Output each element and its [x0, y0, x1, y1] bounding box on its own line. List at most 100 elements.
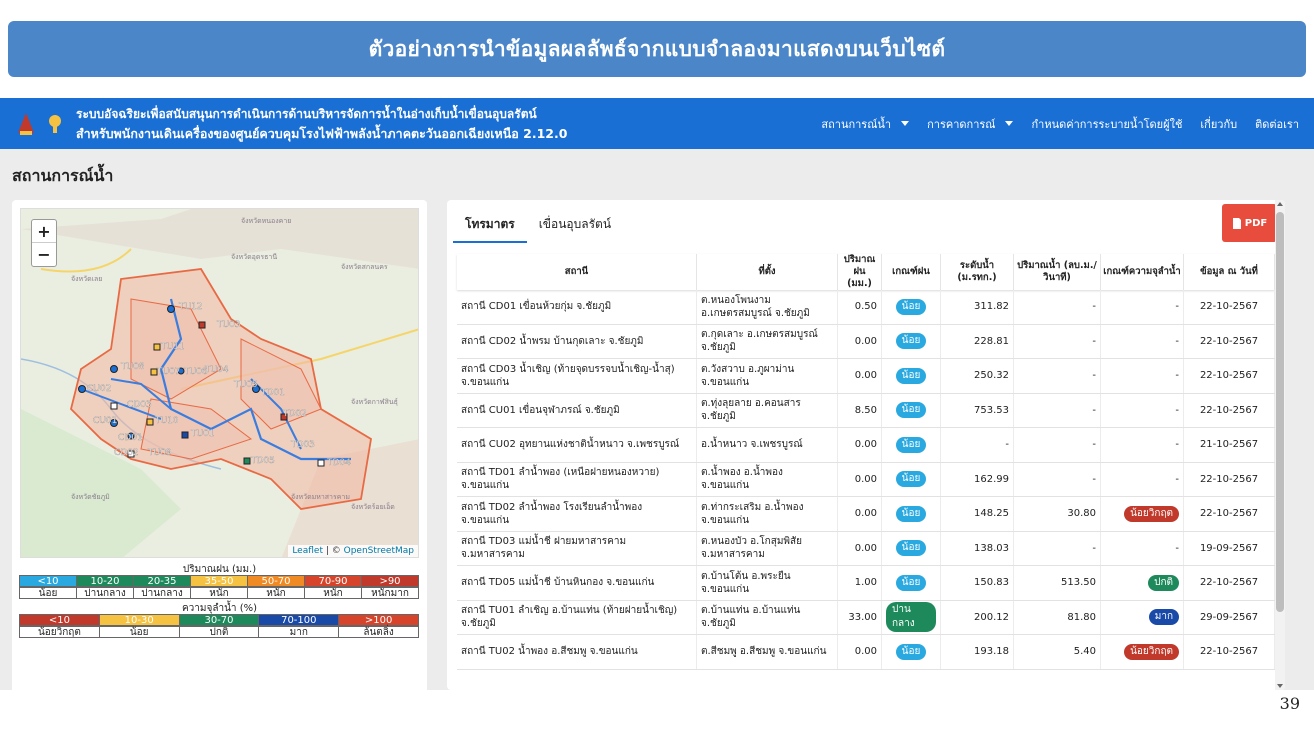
table-header: สถานี ที่ตั้ง ปริมาณฝน (มม.) เกณฑ์ฝน ระด… [457, 254, 1275, 290]
cell-station: สถานี CD03 น้ำเชิญ (ท้ายจุดบรรจบน้ำเชิญ-… [457, 359, 697, 393]
cell-station: สถานี TD03 แม่น้ำชี ฝายมหาสารคาม จ.มหาสา… [457, 531, 697, 565]
header-capacity[interactable]: เกณฑ์ความจุลำน้ำ [1101, 254, 1184, 290]
cell-rain: 0.00 [838, 497, 882, 531]
rain-legend-labels: น้อย ปานกลาง ปานกลาง หนัก หนัก หนัก หนักมาก [19, 587, 419, 599]
cell-location: ต.หนองโพนงาม อ.เกษตรสมบูรณ์ จ.ชัยภูมิ [697, 290, 838, 324]
cell-station: สถานี TU02 น้ำพอง อ.สีชมพู จ.ขอนแก่น [457, 635, 697, 669]
egat-logo-icon [14, 111, 38, 137]
cell-rain: 0.00 [838, 531, 882, 565]
table-row[interactable]: สถานี TD03 แม่น้ำชี ฝายมหาสารคาม จ.มหาสา… [457, 531, 1275, 566]
cell-date: 22-10-2567 [1184, 566, 1275, 600]
map-label-station: TD01 [260, 388, 285, 398]
cell-date: 19-09-2567 [1184, 531, 1275, 565]
cell-date: 22-10-2567 [1184, 359, 1275, 393]
legend-label: หนัก [304, 587, 362, 599]
cell-location: ต.กุดเลาะ อ.เกษตรสมบูรณ์ จ.ชัยภูมิ [697, 324, 838, 358]
tab-ubolratana-dam[interactable]: เขื่อนอุบลรัตน์ [527, 208, 623, 243]
nav-item-water-situation[interactable]: สถานการณ์น้ำ [812, 115, 918, 133]
legend-label: หนัก [190, 587, 248, 599]
system-title-line2: สำหรับพนักงานเดินเครื่องของศูนย์ควบคุมโร… [76, 125, 568, 141]
table-row[interactable]: สถานี CD02 น้ำพรม บ้านกุดเลาะ จ.ชัยภูมิต… [457, 324, 1275, 359]
rain-level-badge: น้อย [895, 471, 927, 488]
scroll-down-icon[interactable] [1277, 684, 1283, 688]
cell-station: สถานี TD02 ลำน้ำพอง โรงเรียนลำน้ำพอง จ.ข… [457, 497, 697, 531]
table-row[interactable]: สถานี TU02 น้ำพอง อ.สีชมพู จ.ขอนแก่น ต.สี… [457, 635, 1275, 670]
map-place-name: จังหวัดเลย [71, 275, 102, 283]
table-row[interactable]: สถานี TU01 ลำเชิญ อ.บ้านแท่น (ท้ายฝายน้ำ… [457, 600, 1275, 635]
cell-flow: - [1014, 359, 1101, 393]
rain-level-badge: ปานกลาง [886, 602, 936, 633]
map-place-name: จังหวัดมหาสารคาม [291, 493, 350, 501]
rain-level-badge: น้อย [895, 298, 927, 315]
map-label-station: TU01 [190, 429, 215, 439]
nav-item-about[interactable]: เกี่ยวกับ [1191, 115, 1246, 133]
pdf-button[interactable]: PDF [1222, 204, 1277, 242]
map-canvas: TU12 TU03 TU11 TU08 TU07 TU06 TU04 CU02 … [21, 209, 418, 557]
cell-station: สถานี TU01 ลำเชิญ อ.บ้านแท่น (ท้ายฝายน้ำ… [457, 600, 697, 634]
zoom-in-button[interactable]: + [32, 220, 56, 243]
table-scrollbar[interactable] [1275, 200, 1285, 690]
legend-swatch: 20-35 [133, 575, 191, 587]
table-row[interactable]: สถานี TD02 ลำน้ำพอง โรงเรียนลำน้ำพอง จ.ข… [457, 497, 1275, 532]
cell-location: ต.หนองบัว อ.โกสุมพิสัย จ.มหาสารคาม [697, 531, 838, 565]
scroll-up-icon[interactable] [1277, 202, 1283, 206]
nav-item-forecast[interactable]: การคาดการณ์ [918, 115, 1022, 133]
table-row[interactable]: สถานี CU02 อุทยานแห่งชาติน้ำหนาว จ.เพชรบ… [457, 428, 1275, 463]
map-card: TU12 TU03 TU11 TU08 TU07 TU06 TU04 CU02 … [12, 200, 427, 690]
leaflet-link[interactable]: Leaflet [292, 546, 323, 556]
header-rain[interactable]: ปริมาณฝน (มม.) [838, 254, 882, 290]
capacity-badge: มาก [1148, 609, 1179, 626]
web-app: ระบบอัจฉริยะเพื่อสนับสนุนการดำเนินการด้า… [0, 98, 1314, 690]
nav-item-user-release[interactable]: กำหนดค่าการระบายน้ำโดยผู้ใช้ [1022, 115, 1191, 133]
zoom-out-button[interactable]: − [32, 243, 56, 266]
header-date[interactable]: ข้อมูล ณ วันที่ [1184, 254, 1275, 290]
cell-flow: - [1014, 531, 1101, 565]
nav-item-contact[interactable]: ติดต่อเรา [1246, 115, 1308, 133]
capacity-badge: น้อยวิกฤต [1124, 643, 1179, 660]
cell-flow: - [1014, 290, 1101, 324]
map-place-name: จังหวัดอุดรธานี [231, 253, 277, 261]
cell-rain: 0.00 [838, 324, 882, 358]
map-label-station: TD05 [250, 456, 275, 466]
cell-station: สถานี CU01 เขื่อนจุฬาภรณ์ จ.ชัยภูมิ [457, 393, 697, 427]
cell-flow: 513.50 [1014, 566, 1101, 600]
legend-swatch: 10-20 [76, 575, 134, 587]
header-station[interactable]: สถานี [457, 254, 697, 290]
table-row[interactable]: สถานี TD01 ลำน้ำพอง (เหนือฝายหนองหวาย) จ… [457, 462, 1275, 497]
rain-level-badge: น้อย [895, 436, 927, 453]
cell-station: สถานี CD01 เขื่อนห้วยกุ่ม จ.ชัยภูมิ [457, 290, 697, 324]
map-label-station: TD02 [282, 409, 307, 419]
cell-rain: 0.00 [838, 428, 882, 462]
cell-water-level: 148.25 [941, 497, 1014, 531]
osm-link[interactable]: OpenStreetMap [344, 546, 414, 556]
table-row[interactable]: สถานี CU01 เขื่อนจุฬาภรณ์ จ.ชัยภูมิ ต.ทุ่… [457, 393, 1275, 428]
map-label-station: TU10 [154, 416, 179, 426]
map-label-station: TU08 [120, 362, 145, 372]
capacity-legend-colors: <10 10-30 30-70 70-100 >100 [19, 614, 419, 626]
header-rain-level[interactable]: เกณฑ์ฝน [882, 254, 941, 290]
cell-location: ต.ท่ากระเสริม อ.น้ำพอง จ.ขอนแก่น [697, 497, 838, 531]
slide-banner: ตัวอย่างการนำข้อมูลผลลัพธ์จากแบบจำลองมาแ… [8, 21, 1306, 77]
tab-telemetry[interactable]: โทรมาตร [453, 208, 527, 243]
cell-location: ต.บ้านโต้น อ.พระยืน จ.ขอนแก่น [697, 566, 838, 600]
cell-rain: 0.50 [838, 290, 882, 324]
scrollbar-thumb[interactable] [1276, 212, 1284, 612]
logo-group [0, 111, 76, 137]
cell-water-level: 228.81 [941, 324, 1014, 358]
cell-water-level: - [941, 428, 1014, 462]
table-row[interactable]: สถานี CD03 น้ำเชิญ (ท้ายจุดบรรจบน้ำเชิญ-… [457, 359, 1275, 394]
table-row[interactable]: สถานี TD05 แม่น้ำชี บ้านหินกอง จ.ขอนแก่น… [457, 566, 1275, 601]
table-row[interactable]: สถานี CD01 เขื่อนห้วยกุ่ม จ.ชัยภูมิ ต.หนอ… [457, 290, 1275, 325]
nav-menu: สถานการณ์น้ำ การคาดการณ์ กำหนดค่าการระบา… [812, 98, 1308, 149]
header-water-level[interactable]: ระดับน้ำ (ม.รทก.) [941, 254, 1014, 290]
station-map[interactable]: TU12 TU03 TU11 TU08 TU07 TU06 TU04 CU02 … [20, 208, 419, 558]
cell-date: 22-10-2567 [1184, 635, 1275, 669]
nav-label: ติดต่อเรา [1255, 117, 1299, 131]
system-title[interactable]: ระบบอัจฉริยะเพื่อสนับสนุนการดำเนินการด้า… [76, 105, 567, 143]
capacity-badge: ปกติ [1148, 574, 1179, 591]
legend-label: น้อย [19, 587, 77, 599]
header-flow[interactable]: ปริมาณน้ำ (ลบ.ม./วินาที) [1014, 254, 1101, 290]
legend-swatch: 30-70 [178, 614, 260, 626]
legend-label: ปานกลาง [76, 587, 134, 599]
header-location[interactable]: ที่ตั้ง [697, 254, 838, 290]
